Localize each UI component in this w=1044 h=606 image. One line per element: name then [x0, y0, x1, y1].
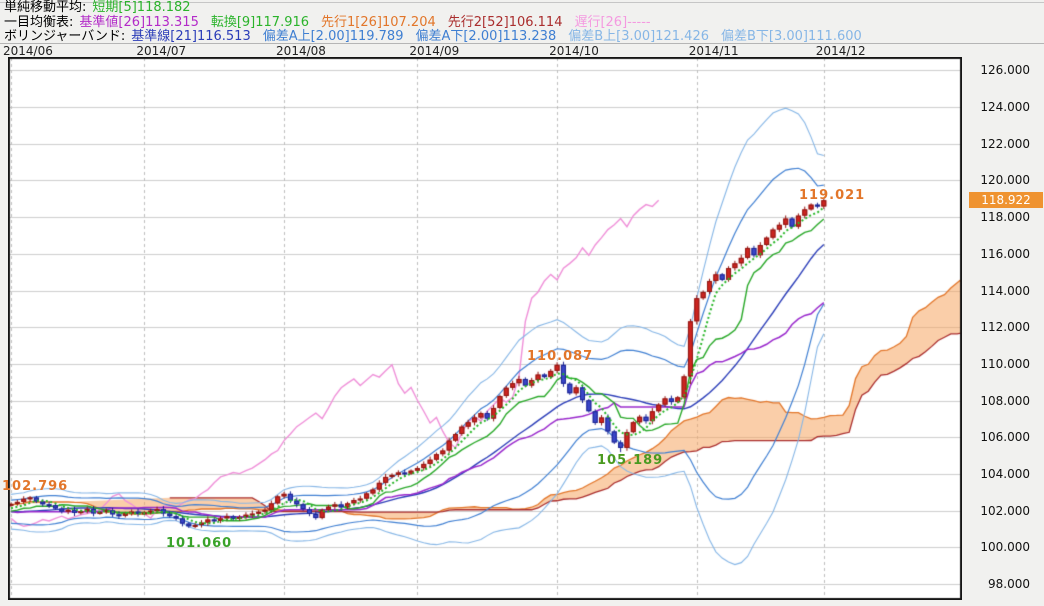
price-annotation-swing-high: 102.796 — [2, 479, 68, 494]
current-price-tag: 118.922 — [969, 192, 1043, 208]
legend-row-label: 単純移動平均: — [4, 0, 86, 15]
legend-indicator-value: 偏差B下[3.00]111.600 — [721, 29, 862, 44]
y-axis-label: 98.000 — [968, 577, 1030, 591]
y-axis-label: 116.000 — [968, 247, 1030, 261]
legend-row-label: ボリンジャーバンド: — [4, 29, 125, 44]
price-chart-canvas[interactable] — [8, 57, 962, 600]
x-axis-label: 2014/06 — [3, 44, 53, 58]
price-annotation-swing-high: 110.087 — [527, 349, 593, 364]
price-annotation-swing-high: 119.021 — [799, 188, 865, 203]
y-axis-label: 114.000 — [968, 284, 1030, 298]
y-axis-label: 100.000 — [968, 540, 1030, 554]
legend-indicator-value: 基準線[21]116.513 — [131, 29, 250, 44]
y-axis-label: 122.000 — [968, 137, 1030, 151]
legend-indicator-value: 先行2[52]106.114 — [448, 15, 563, 30]
y-axis-label: 124.000 — [968, 100, 1030, 114]
price-annotation-swing-low: 105.189 — [597, 453, 663, 468]
x-axis-label: 2014/11 — [689, 44, 739, 58]
x-axis-label: 2014/08 — [276, 44, 326, 58]
x-axis-label: 2014/07 — [136, 44, 186, 58]
y-axis-label: 108.000 — [968, 394, 1030, 408]
legend-indicator-value: 基準値[26]113.315 — [79, 15, 198, 30]
legend-row-0: 単純移動平均: 短期[5]118.182 — [4, 1, 874, 16]
chart-window: 単純移動平均: 短期[5]118.182 一目均衡表: 基準値[26]113.315 転… — [0, 0, 1044, 606]
x-axis-label: 2014/10 — [549, 44, 599, 58]
legend-indicator-value: 転換[9]117.916 — [211, 15, 309, 30]
y-axis-label: 102.000 — [968, 504, 1030, 518]
y-axis-label: 120.000 — [968, 173, 1030, 187]
legend-indicator-value: 先行1[26]107.204 — [321, 15, 436, 30]
legend-row-label: 一目均衡表: — [4, 15, 73, 30]
x-axis-label: 2014/12 — [816, 44, 866, 58]
legend-indicator-value: 偏差A上[2.00]119.789 — [263, 29, 404, 44]
y-axis-label: 112.000 — [968, 320, 1030, 334]
y-axis-label: 118.000 — [968, 210, 1030, 224]
legend-row-1: 一目均衡表: 基準値[26]113.315 転換[9]117.916 先行1[26]1… — [4, 16, 874, 31]
x-axis-label: 2014/09 — [409, 44, 459, 58]
y-axis-label: 104.000 — [968, 467, 1030, 481]
y-axis-label: 110.000 — [968, 357, 1030, 371]
legend-indicator-value: 短期[5]118.182 — [92, 0, 190, 15]
indicator-legend: 単純移動平均: 短期[5]118.182 一目均衡表: 基準値[26]113.315 転… — [4, 1, 874, 45]
y-axis-label: 106.000 — [968, 430, 1030, 444]
price-annotation-swing-low: 101.060 — [166, 536, 232, 551]
y-axis-label: 126.000 — [968, 63, 1030, 77]
legend-indicator-value: 偏差B上[3.00]121.426 — [568, 29, 709, 44]
legend-indicator-value: 遅行[26]----- — [574, 15, 650, 30]
legend-indicator-value: 偏差A下[2.00]113.238 — [415, 29, 556, 44]
